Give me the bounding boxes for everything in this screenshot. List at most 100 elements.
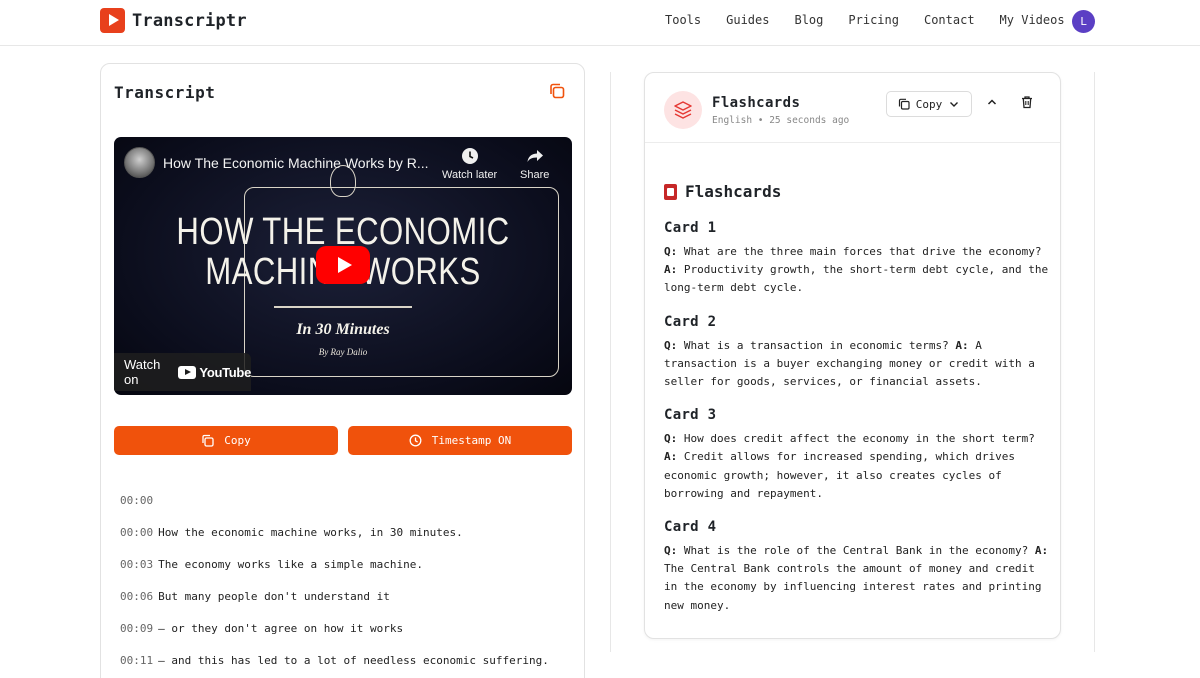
timestamp-toggle-button[interactable]: Timestamp ON — [348, 426, 572, 455]
trash-icon[interactable] — [1020, 95, 1034, 109]
nav-tools[interactable]: Tools — [665, 13, 701, 27]
question-label: Q: — [664, 544, 678, 558]
clock-icon — [461, 148, 478, 164]
copy-icon — [898, 98, 910, 110]
copy-transcript-button[interactable]: Copy — [114, 426, 338, 455]
transcript-text: But many people don't understand it — [158, 590, 390, 603]
answer-label: A: — [664, 263, 678, 277]
answer-label: A: — [664, 450, 678, 464]
transcript-title: Transcript — [114, 83, 216, 102]
transcript-text: The economy works like a simple machine. — [158, 558, 424, 571]
flashcard-text: Q: What is a transaction in economic ter… — [664, 337, 1049, 392]
timestamp[interactable]: 00:09 — [120, 622, 153, 635]
flashcard-text: Q: How does credit affect the economy in… — [664, 430, 1049, 503]
watch-on-label: Watch on — [124, 357, 161, 387]
chevron-down-icon — [950, 102, 959, 107]
copy-dropdown-button[interactable]: Copy — [886, 91, 972, 117]
transcript-line[interactable]: 00:00 — [120, 488, 580, 520]
clock-icon — [409, 434, 422, 447]
share-label: Share — [520, 169, 550, 181]
nav-guides[interactable]: Guides — [726, 13, 769, 27]
flashcard: Card 1 Q: What are the three main forces… — [664, 220, 1049, 298]
thumbnail-rule — [274, 306, 412, 308]
watch-later-button[interactable]: Watch later — [442, 147, 497, 181]
transcript-line[interactable]: 00:11 — and this has led to a lot of need… — [120, 648, 580, 678]
nav-contact[interactable]: Contact — [924, 13, 975, 27]
flashcards-content: Flashcards Card 1 Q: What are the three … — [664, 182, 1049, 631]
flashcard-title: Card 4 — [664, 519, 717, 536]
column-divider — [610, 72, 611, 652]
flashcard: Card 2 Q: What is a transaction in econo… — [664, 314, 1049, 392]
flashcards-header: Flashcards English • 25 seconds ago Copy — [645, 73, 1060, 143]
flashcard-text: Q: What are the three main forces that d… — [664, 243, 1049, 298]
youtube-logo: YouTube — [178, 365, 251, 380]
play-logo-icon — [100, 8, 125, 33]
transcript-line[interactable]: 00:03 The economy works like a simple mac… — [120, 552, 580, 584]
answer-text: Productivity growth, the short-term debt… — [664, 263, 1049, 295]
transcript-text: How the economic machine works, in 30 mi… — [158, 526, 463, 539]
flashcards-card: Flashcards English • 25 seconds ago Copy… — [644, 72, 1061, 639]
transcript-text: — or they don't agree on how it works — [158, 622, 404, 635]
transcript-text: — and this has led to a lot of needless … — [158, 654, 549, 667]
answer-text: The Central Bank controls the amount of … — [664, 562, 1042, 612]
video-player[interactable]: How The Economic Machine Works by R... W… — [114, 137, 572, 395]
flashcard: Card 3 Q: How does credit affect the eco… — [664, 407, 1049, 503]
timestamp[interactable]: 00:00 — [120, 526, 153, 539]
timestamp[interactable]: 00:06 — [120, 590, 153, 603]
transcript-card: Transcript How The Economic Machine Work… — [100, 63, 585, 678]
transcript-line[interactable]: 00:09 — or they don't agree on how it wor… — [120, 616, 580, 648]
question-text: How does credit affect the economy in th… — [683, 432, 1035, 446]
answer-label: A: — [955, 338, 969, 352]
youtube-icon — [178, 365, 197, 379]
flashcard-title: Card 3 — [664, 407, 717, 424]
youtube-wordmark: YouTube — [199, 364, 251, 380]
layers-icon — [664, 91, 702, 129]
channel-avatar[interactable] — [124, 147, 155, 178]
flashcards-title: Flashcards — [712, 95, 801, 111]
user-avatar[interactable]: L — [1072, 10, 1095, 33]
flashcards-heading: Flashcards — [664, 182, 1049, 201]
flashcard-title: Card 2 — [664, 313, 717, 330]
thumbnail-subtitle: In 30 Minutes — [296, 321, 390, 338]
timestamp-toggle-label: Timestamp ON — [431, 434, 512, 447]
question-label: Q: — [664, 245, 678, 258]
watch-on-youtube-button[interactable]: Watch on YouTube — [114, 353, 251, 391]
question-text: What is the role of the Central Bank in … — [683, 544, 1029, 558]
nav-blog[interactable]: Blog — [794, 13, 823, 27]
playing-card-icon — [664, 183, 677, 200]
question-text: What is a transaction in economic terms? — [683, 338, 949, 352]
flashcards-meta: English • 25 seconds ago — [712, 115, 850, 126]
brand-name: Transcriptr — [132, 10, 247, 31]
brand-logo[interactable]: Transcriptr — [100, 8, 247, 33]
copy-icon — [202, 434, 214, 447]
timestamp[interactable]: 00:11 — [120, 654, 153, 667]
chevron-up-icon[interactable] — [985, 95, 999, 109]
copy-icon[interactable] — [548, 82, 566, 100]
copy-dropdown-label: Copy — [915, 97, 943, 111]
answer-text: Credit allows for increased spending, wh… — [664, 450, 1016, 500]
question-label: Q: — [664, 432, 678, 446]
transcript-list: 00:00 00:00 How the economic machine work… — [120, 488, 580, 678]
share-icon — [527, 150, 543, 162]
flashcard-title: Card 1 — [664, 220, 717, 236]
copy-transcript-label: Copy — [224, 434, 251, 447]
share-button[interactable]: Share — [520, 147, 549, 181]
main-nav: Tools Guides Blog Pricing Contact My Vid… — [665, 13, 1090, 27]
transcript-line[interactable]: 00:00 How the economic machine works, in … — [120, 520, 580, 552]
question-text: What are the three main forces that driv… — [683, 245, 1042, 258]
column-divider — [1094, 72, 1095, 652]
nav-my-videos[interactable]: My Videos — [1000, 13, 1065, 27]
timestamp[interactable]: 00:00 — [120, 494, 153, 507]
answer-label: A: — [1034, 544, 1049, 558]
transcript-line[interactable]: 00:06 But many people don't understand it — [120, 584, 580, 616]
flashcards-heading-text: Flashcards — [685, 182, 782, 201]
timestamp[interactable]: 00:03 — [120, 558, 153, 571]
question-label: Q: — [664, 338, 678, 352]
nav-pricing[interactable]: Pricing — [848, 13, 899, 27]
video-title[interactable]: How The Economic Machine Works by R... — [163, 155, 429, 171]
watch-later-label: Watch later — [442, 169, 498, 181]
play-button[interactable] — [316, 246, 370, 284]
top-header: Transcriptr Tools Guides Blog Pricing Co… — [0, 0, 1200, 46]
flashcard: Card 4 Q: What is the role of the Centra… — [664, 519, 1049, 615]
flashcard-text: Q: What is the role of the Central Bank … — [664, 542, 1049, 615]
